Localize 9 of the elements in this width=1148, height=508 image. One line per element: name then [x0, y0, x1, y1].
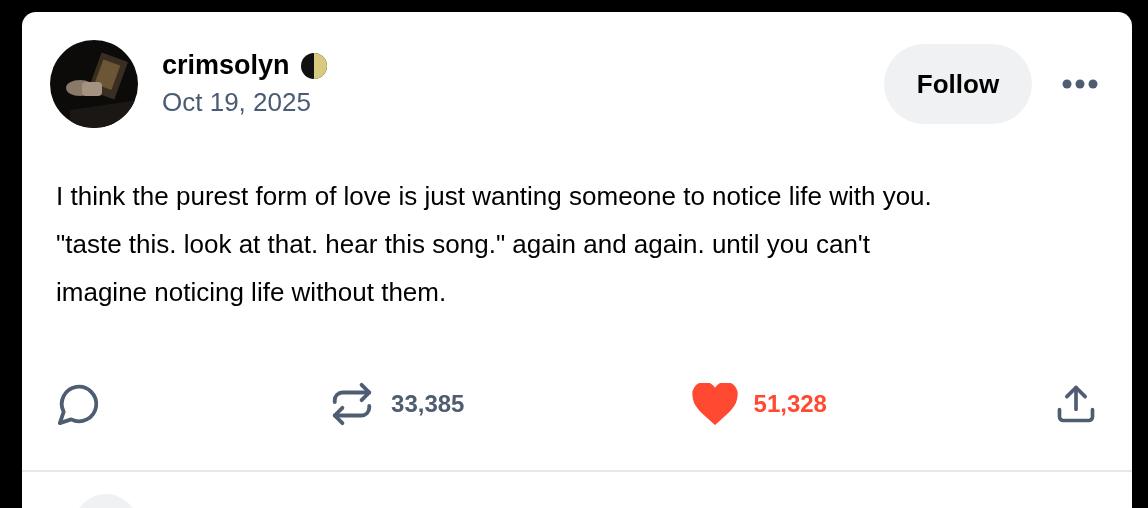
more-options-icon[interactable] — [1062, 79, 1098, 89]
reblog-count: 33,385 — [391, 390, 465, 418]
username[interactable]: crimsolyn — [162, 50, 290, 81]
heart-icon[interactable] — [691, 383, 738, 425]
post-text: I think the purest form of love is just wanting someone to notice life with you. "taste this. look at that. hear this song." again and again. until you can't imagine noticing life without them. — [56, 180, 933, 309]
like-count: 51,328 — [753, 390, 827, 418]
half-moon-icon — [299, 51, 328, 80]
follow-button[interactable]: Follow — [884, 44, 1032, 124]
post-date: Oct 19, 2025 — [162, 87, 312, 118]
